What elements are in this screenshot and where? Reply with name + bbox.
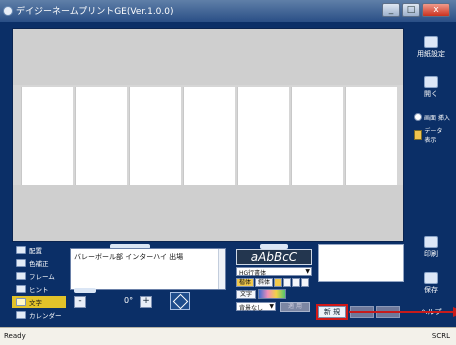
text-icon: [16, 298, 26, 306]
label-sheet: [21, 87, 397, 185]
app-icon: [3, 6, 13, 16]
floppy-icon: [424, 272, 438, 284]
text-color-label: 文字: [236, 290, 257, 299]
style-button-bold-icon[interactable]: [274, 278, 282, 287]
sidebar-item-label: 色補正: [29, 260, 49, 268]
angle-decrease-button[interactable]: -: [74, 296, 86, 308]
open-label: 開く: [424, 90, 438, 98]
sidebar-item-label: フレーム: [29, 273, 55, 281]
paper-settings-button[interactable]: 用紙設定: [412, 34, 450, 64]
rotate-button[interactable]: [170, 292, 190, 310]
sidebar-item-label: 配置: [29, 247, 42, 255]
font-panel: aAbBcC HG行書体 ▼ 楷体 斜体 文字 背景なし ▼ 適 用: [232, 244, 316, 326]
edit-sidebar: 配置 色補正 フレーム ヒント 文字 カレンダー: [12, 244, 66, 326]
folder-icon: [424, 76, 438, 88]
calendar-icon: [16, 311, 26, 319]
sidebar-item-layout[interactable]: 配置: [12, 244, 66, 256]
frame-icon: [16, 272, 26, 280]
sidebar-item-text[interactable]: 文字: [12, 296, 66, 308]
edit-panel: 配置 色補正 フレーム ヒント 文字 カレンダー バレーボール部 インターハイ …: [12, 244, 456, 326]
apply-button[interactable]: 適 用: [280, 302, 310, 312]
sidebar-item-frame[interactable]: フレーム: [12, 270, 66, 282]
sidebar-item-label: カレンダー: [29, 312, 62, 320]
text-edit-panel: バレーボール部 インターハイ 出場 - 0° +: [70, 244, 230, 326]
label-cell[interactable]: [75, 87, 127, 185]
label-cell[interactable]: [237, 87, 289, 185]
sidebar-item-label: 文字: [29, 299, 42, 307]
open-button[interactable]: 開く: [412, 74, 450, 104]
style-button-regular[interactable]: 楷体: [236, 278, 255, 287]
title-bar: デイジーネームプリントGE(Ver.1.0.0) _ □ x: [0, 0, 456, 22]
app-window: デイジーネームプリントGE(Ver.1.0.0) _ □ x 用紙設定 開く 画…: [0, 0, 456, 345]
sidebar-item-calendar[interactable]: カレンダー: [12, 309, 66, 321]
color-icon: [16, 259, 26, 267]
label-cell[interactable]: [129, 87, 181, 185]
angle-value: 0°: [124, 296, 134, 305]
textbox-scrollbar[interactable]: [218, 249, 225, 289]
layout-icon: [16, 246, 26, 254]
window-title: デイジーネームプリントGE(Ver.1.0.0): [16, 7, 174, 17]
print-label: 印刷: [424, 250, 438, 258]
canvas-margin-top: [13, 29, 403, 85]
sidebar-item-label: ヒント: [29, 286, 49, 294]
label-cell[interactable]: [21, 87, 73, 185]
sidebar-item-hint[interactable]: ヒント: [12, 283, 66, 295]
help-button[interactable]: ヘルプ: [412, 300, 450, 320]
align-left-icon[interactable]: [282, 278, 291, 287]
background-select-value: 背景なし: [239, 305, 264, 312]
data-display-label: データ 表示: [424, 128, 443, 144]
data-display-option[interactable]: データ 表示: [414, 128, 450, 144]
label-cell[interactable]: [345, 87, 397, 185]
chevron-down-icon: ▼: [269, 303, 274, 310]
status-bar: Ready SCRL: [0, 327, 456, 345]
sidebar-item-color[interactable]: 色補正: [12, 257, 66, 269]
close-button[interactable]: x: [422, 3, 450, 17]
font-preview: aAbBcC: [236, 249, 312, 265]
insert-image-option[interactable]: 画面 挿入: [414, 110, 450, 124]
label-text-input[interactable]: バレーボール部 インターハイ 出場: [70, 248, 226, 290]
style-buttons: 楷体 斜体: [236, 278, 309, 287]
layout-canvas[interactable]: [12, 28, 404, 242]
window-controls: _ □ x: [382, 3, 450, 17]
label-text-value: バレーボール部 インターハイ 出場: [74, 253, 184, 261]
label-cell[interactable]: [183, 87, 235, 185]
color-palette[interactable]: [258, 289, 286, 299]
printer-icon: [424, 236, 438, 248]
minimize-button[interactable]: _: [382, 3, 400, 17]
paper-settings-label: 用紙設定: [417, 50, 445, 58]
preview-area: [318, 244, 404, 282]
style-button-italic[interactable]: 斜体: [255, 278, 274, 287]
rotate-icon: [172, 293, 189, 310]
save-button[interactable]: 保存: [412, 270, 450, 300]
background-select[interactable]: 背景なし ▼: [236, 302, 276, 312]
right-toolbar: 用紙設定 開く 画面 挿入 データ 表示 印刷 保存 ヘルプ: [408, 28, 454, 324]
paper-icon: [424, 36, 438, 48]
new-button-highlight: [316, 304, 348, 320]
grid-icon: [414, 130, 423, 140]
hint-icon: [16, 285, 26, 293]
font-select[interactable]: HG行書体 ▼: [236, 267, 312, 277]
align-right-icon[interactable]: [300, 278, 309, 287]
label-cell[interactable]: [291, 87, 343, 185]
status-ready: Ready: [4, 332, 26, 340]
chevron-down-icon: ▼: [305, 268, 310, 275]
save-label: 保存: [424, 286, 438, 294]
annotation-arrow: [349, 311, 456, 313]
print-button[interactable]: 印刷: [412, 234, 450, 264]
angle-increase-button[interactable]: +: [140, 296, 152, 308]
radio-icon: [414, 113, 422, 121]
angle-tab-label: [74, 288, 96, 293]
align-center-icon[interactable]: [291, 278, 300, 287]
font-select-value: HG行書体: [239, 270, 267, 277]
canvas-margin-bottom: [13, 185, 403, 241]
maximize-button[interactable]: □: [402, 3, 420, 17]
status-scroll-lock: SCRL: [431, 332, 450, 340]
insert-image-label: 画面 挿入: [424, 114, 450, 122]
